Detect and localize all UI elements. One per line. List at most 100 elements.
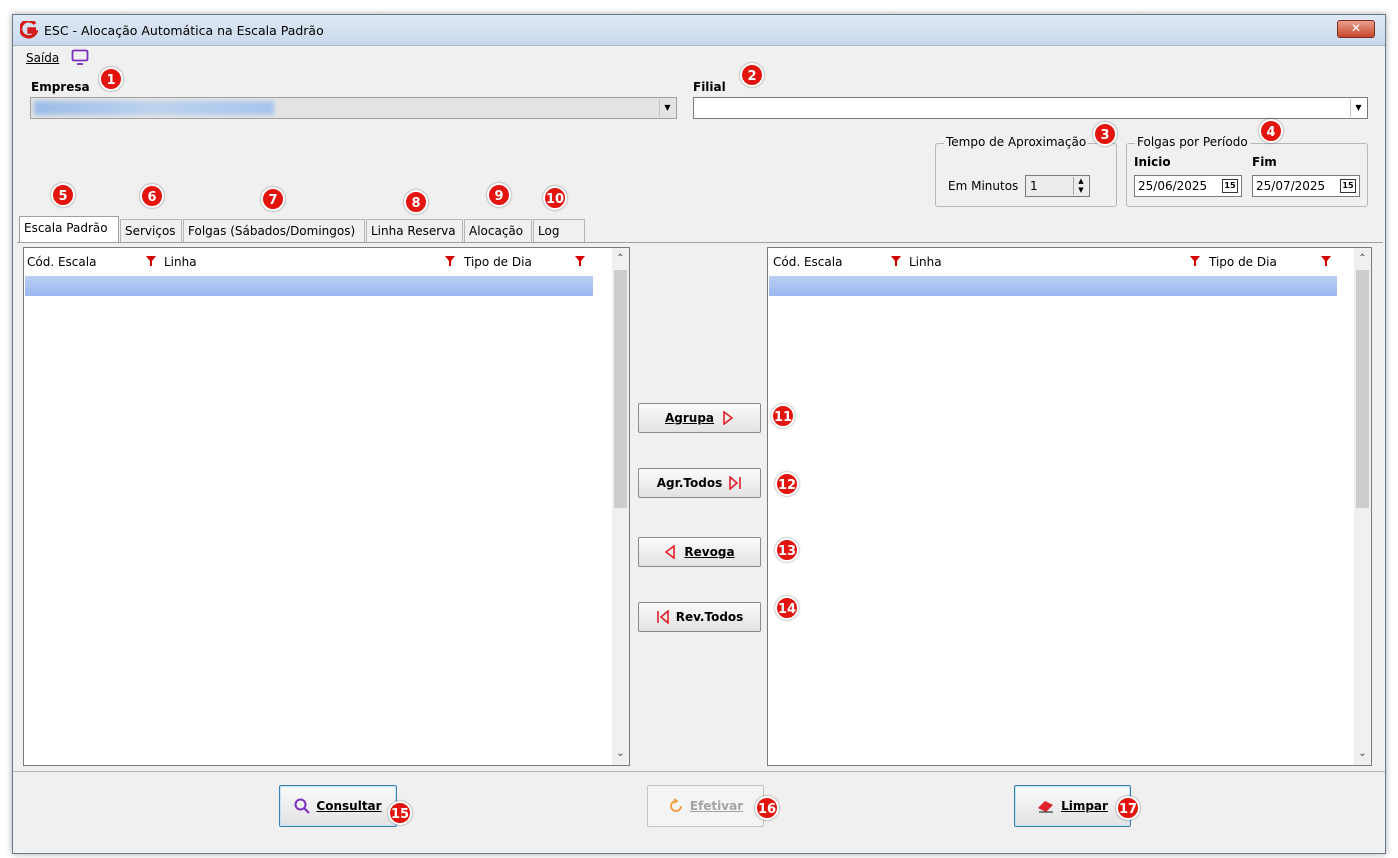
- tab-linha-reserva[interactable]: Linha Reserva: [366, 219, 463, 243]
- left-grid-header: Cód. Escala Linha Tipo de Dia: [24, 248, 612, 276]
- annotation-badge: 15: [388, 801, 412, 825]
- app-logo-icon: [20, 21, 38, 39]
- annotation-badge: 5: [51, 183, 75, 207]
- annotation-badge: 11: [771, 404, 795, 428]
- filter-icon[interactable]: [445, 256, 455, 266]
- annotation-badge: 14: [775, 596, 799, 620]
- minutes-value: 1: [1030, 179, 1038, 193]
- calendar-icon[interactable]: 15: [1222, 179, 1238, 193]
- folgas-group-label: Folgas por Período: [1135, 135, 1250, 149]
- rev-todos-label: Rev.Todos: [675, 610, 744, 624]
- column-cod-escala[interactable]: Cód. Escala: [773, 255, 842, 269]
- annotation-badge: 3: [1093, 122, 1117, 146]
- annotation-badge: 7: [261, 187, 285, 211]
- column-linha[interactable]: Linha: [164, 255, 197, 269]
- empresa-combo[interactable]: ▼: [30, 97, 677, 119]
- tab-alocacao[interactable]: Alocação: [464, 219, 532, 243]
- right-grid[interactable]: Cód. Escala Linha Tipo de Dia ⌃ ⌄: [767, 247, 1372, 766]
- end-date-field[interactable]: 25/07/2025 15: [1252, 175, 1360, 197]
- annotation-badge: 16: [755, 796, 779, 820]
- consultar-label: Consultar: [316, 799, 382, 813]
- consultar-button[interactable]: Consultar: [279, 785, 397, 827]
- filter-icon[interactable]: [1321, 256, 1331, 266]
- chevron-down-icon[interactable]: ▼: [1350, 99, 1366, 117]
- close-button[interactable]: ✕: [1337, 20, 1375, 38]
- scroll-down-icon[interactable]: ⌄: [1354, 745, 1371, 763]
- column-cod-escala[interactable]: Cód. Escala: [27, 255, 96, 269]
- limpar-label: Limpar: [1061, 799, 1108, 813]
- spinner-arrows-icon[interactable]: ▲ ▼: [1073, 177, 1088, 195]
- empresa-value-blurred: [34, 101, 274, 115]
- right-grid-scrollbar[interactable]: ⌃ ⌄: [1354, 248, 1371, 765]
- filter-icon[interactable]: [1190, 256, 1200, 266]
- column-linha[interactable]: Linha: [909, 255, 942, 269]
- tab-divider: [17, 242, 1383, 243]
- right-grid-header: Cód. Escala Linha Tipo de Dia: [768, 248, 1354, 276]
- annotation-badge: 8: [404, 190, 428, 214]
- agrupa-button[interactable]: Agrupa: [638, 403, 761, 433]
- annotation-badge: 9: [487, 183, 511, 207]
- tab-escala-padrao[interactable]: Escala Padrão: [19, 216, 119, 243]
- agr-todos-button[interactable]: Agr.Todos: [638, 468, 761, 498]
- start-date-label: Inicio: [1134, 155, 1171, 169]
- rev-todos-button[interactable]: Rev.Todos: [638, 602, 761, 632]
- column-tipo-de-dia[interactable]: Tipo de Dia: [464, 255, 532, 269]
- folgas-group: Folgas por Período Inicio Fim 25/06/2025…: [1126, 135, 1368, 207]
- end-date-label: Fim: [1252, 155, 1277, 169]
- title-bar[interactable]: ESC - Alocação Automática na Escala Padr…: [13, 15, 1385, 46]
- search-icon: [294, 798, 311, 814]
- agr-todos-label: Agr.Todos: [656, 476, 723, 490]
- limpar-button[interactable]: Limpar: [1014, 785, 1131, 827]
- menu-exit[interactable]: Saída: [26, 51, 59, 65]
- minutes-spinner[interactable]: 1 ▲ ▼: [1025, 175, 1090, 197]
- annotation-badge: 17: [1116, 796, 1140, 820]
- refresh-icon: [669, 798, 682, 812]
- revoga-label: Revoga: [684, 545, 735, 559]
- arrow-left-icon: [665, 545, 676, 559]
- revoga-button[interactable]: Revoga: [638, 537, 761, 567]
- filter-icon[interactable]: [891, 256, 901, 266]
- annotation-badge: 4: [1259, 119, 1283, 143]
- filial-combo[interactable]: ▼: [693, 97, 1368, 119]
- efetivar-label: Efetivar: [689, 799, 744, 813]
- tab-servicos[interactable]: Serviços: [120, 219, 182, 243]
- scroll-down-icon[interactable]: ⌄: [612, 745, 629, 763]
- column-tipo-de-dia[interactable]: Tipo de Dia: [1209, 255, 1277, 269]
- calendar-icon[interactable]: 15: [1340, 179, 1356, 193]
- scroll-thumb[interactable]: [614, 270, 627, 508]
- arrow-right-end-icon: [729, 476, 742, 490]
- main-window: ESC - Alocação Automática na Escala Padr…: [12, 14, 1386, 854]
- start-date-field[interactable]: 25/06/2025 15: [1134, 175, 1242, 197]
- annotation-badge: 12: [775, 472, 799, 496]
- arrow-right-icon: [723, 411, 734, 425]
- annotation-badge: 1: [99, 67, 123, 91]
- tab-log[interactable]: Log: [533, 219, 585, 243]
- footer-divider: [13, 771, 1385, 772]
- scroll-up-icon[interactable]: ⌃: [1354, 250, 1371, 268]
- eraser-icon: [1038, 801, 1054, 813]
- efetivar-button[interactable]: Efetivar: [647, 785, 764, 827]
- monitor-icon[interactable]: [71, 49, 89, 66]
- chevron-down-icon[interactable]: ▼: [659, 99, 675, 117]
- scroll-up-icon[interactable]: ⌃: [612, 250, 629, 268]
- selected-row[interactable]: [25, 276, 593, 296]
- filter-icon[interactable]: [575, 256, 585, 266]
- left-grid[interactable]: Cód. Escala Linha Tipo de Dia ⌃ ⌄: [23, 247, 630, 766]
- annotation-badge: 6: [140, 184, 164, 208]
- arrow-left-end-icon: [656, 610, 669, 624]
- empresa-label: Empresa: [31, 80, 90, 94]
- annotation-badge: 10: [543, 186, 567, 210]
- tab-folgas[interactable]: Folgas (Sábados/Domingos): [183, 219, 365, 243]
- selected-row[interactable]: [769, 276, 1337, 296]
- window-title: ESC - Alocação Automática na Escala Padr…: [44, 23, 324, 38]
- scroll-thumb[interactable]: [1356, 270, 1369, 508]
- minutes-label: Em Minutos: [948, 179, 1019, 193]
- filter-icon[interactable]: [146, 256, 156, 266]
- approximation-group-label: Tempo de Aproximação: [944, 135, 1089, 149]
- agrupa-label: Agrupa: [664, 411, 715, 425]
- annotation-badge: 13: [775, 538, 799, 562]
- annotation-badge: 2: [740, 63, 764, 87]
- left-grid-scrollbar[interactable]: ⌃ ⌄: [612, 248, 629, 765]
- start-date-value: 25/06/2025: [1138, 179, 1208, 193]
- filial-label: Filial: [693, 80, 726, 94]
